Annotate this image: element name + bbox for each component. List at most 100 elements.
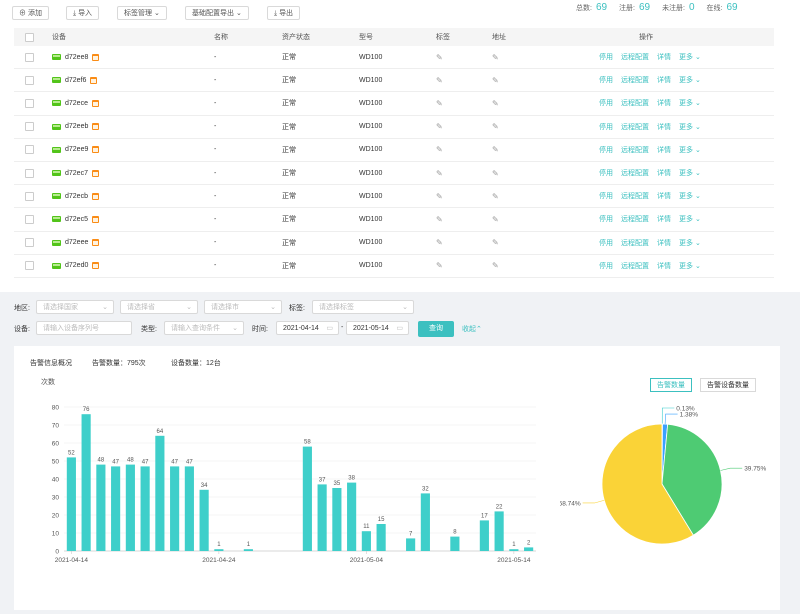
row-checkbox[interactable] <box>25 145 34 155</box>
more-dropdown[interactable]: 更多 ⌄ <box>679 168 701 178</box>
disable-link[interactable]: 停用 <box>599 261 613 271</box>
remote-config-link[interactable]: 远程配置 <box>621 145 649 155</box>
tag-manage-dropdown[interactable]: 标签管理 ⌄ <box>117 6 167 20</box>
remote-config-link[interactable]: 远程配置 <box>621 52 649 62</box>
calendar-icon[interactable] <box>92 146 100 154</box>
detail-link[interactable]: 详情 <box>657 98 671 108</box>
row-checkbox[interactable] <box>25 98 34 108</box>
row-checkbox[interactable] <box>25 261 34 271</box>
edit-tag-icon[interactable]: ✎ <box>436 238 443 247</box>
row-checkbox[interactable] <box>25 214 34 224</box>
collapse-toggle[interactable]: 收起⌃ <box>462 324 482 334</box>
detail-link[interactable]: 详情 <box>657 52 671 62</box>
calendar-icon[interactable] <box>91 169 99 177</box>
more-dropdown[interactable]: 更多 ⌄ <box>679 145 701 155</box>
edit-address-icon[interactable]: ✎ <box>492 145 499 154</box>
edit-tag-icon[interactable]: ✎ <box>436 261 443 270</box>
row-checkbox[interactable] <box>25 122 34 132</box>
calendar-icon[interactable] <box>91 215 99 223</box>
disable-link[interactable]: 停用 <box>599 238 613 248</box>
calendar-icon[interactable] <box>92 53 100 61</box>
end-date-input[interactable]: 2021-05-14 ▭ <box>346 321 409 335</box>
device-id[interactable]: d72ecb <box>65 193 88 200</box>
edit-address-icon[interactable]: ✎ <box>492 76 499 85</box>
calendar-icon[interactable] <box>92 239 100 247</box>
disable-link[interactable]: 停用 <box>599 75 613 85</box>
detail-link[interactable]: 详情 <box>657 214 671 224</box>
row-checkbox[interactable] <box>25 52 34 62</box>
device-id[interactable]: d72eeb <box>65 123 88 130</box>
remote-config-link[interactable]: 远程配置 <box>621 214 649 224</box>
province-select[interactable]: 请选择省 ⌄ <box>120 300 198 314</box>
export-button[interactable]: ⤓ 导出 <box>267 6 301 20</box>
device-id[interactable]: d72ece <box>65 100 88 107</box>
remote-config-link[interactable]: 远程配置 <box>621 261 649 271</box>
more-dropdown[interactable]: 更多 ⌄ <box>679 191 701 201</box>
edit-tag-icon[interactable]: ✎ <box>436 99 443 108</box>
query-button[interactable]: 查询 <box>418 321 454 337</box>
edit-address-icon[interactable]: ✎ <box>492 169 499 178</box>
toggle-alarm-count[interactable]: 告警数量 <box>650 378 692 392</box>
detail-link[interactable]: 详情 <box>657 168 671 178</box>
more-dropdown[interactable]: 更多 ⌄ <box>679 261 701 271</box>
disable-link[interactable]: 停用 <box>599 52 613 62</box>
calendar-icon[interactable] <box>91 99 99 107</box>
disable-link[interactable]: 停用 <box>599 98 613 108</box>
row-checkbox[interactable] <box>25 75 34 85</box>
detail-link[interactable]: 详情 <box>657 122 671 132</box>
device-id[interactable]: d72eee <box>65 239 88 246</box>
disable-link[interactable]: 停用 <box>599 122 613 132</box>
disable-link[interactable]: 停用 <box>599 191 613 201</box>
calendar-icon[interactable] <box>90 76 98 84</box>
detail-link[interactable]: 详情 <box>657 75 671 85</box>
add-button[interactable]: ⊕ 添加 <box>12 6 49 20</box>
more-dropdown[interactable]: 更多 ⌄ <box>679 214 701 224</box>
edit-tag-icon[interactable]: ✎ <box>436 53 443 62</box>
row-checkbox[interactable] <box>25 191 34 201</box>
edit-address-icon[interactable]: ✎ <box>492 99 499 108</box>
device-id[interactable]: d72ec5 <box>65 216 88 223</box>
start-date-input[interactable]: 2021-04-14 ▭ <box>276 321 339 335</box>
detail-link[interactable]: 详情 <box>657 145 671 155</box>
remote-config-link[interactable]: 远程配置 <box>621 122 649 132</box>
edit-address-icon[interactable]: ✎ <box>492 122 499 131</box>
calendar-icon[interactable] <box>92 262 100 270</box>
import-button[interactable]: ⤓ 导入 <box>66 6 100 20</box>
type-select[interactable]: 请输入查询条件 ⌄ <box>164 321 244 335</box>
city-select[interactable]: 请选择市 ⌄ <box>204 300 282 314</box>
remote-config-link[interactable]: 远程配置 <box>621 191 649 201</box>
remote-config-link[interactable]: 远程配置 <box>621 75 649 85</box>
tag-select[interactable]: 请选择标签 ⌄ <box>312 300 414 314</box>
device-id[interactable]: d72ef6 <box>65 77 86 84</box>
edit-tag-icon[interactable]: ✎ <box>436 192 443 201</box>
select-all-checkbox[interactable] <box>25 32 34 42</box>
remote-config-link[interactable]: 远程配置 <box>621 168 649 178</box>
detail-link[interactable]: 详情 <box>657 261 671 271</box>
disable-link[interactable]: 停用 <box>599 168 613 178</box>
edit-address-icon[interactable]: ✎ <box>492 53 499 62</box>
calendar-icon[interactable] <box>92 123 100 131</box>
detail-link[interactable]: 详情 <box>657 191 671 201</box>
edit-address-icon[interactable]: ✎ <box>492 192 499 201</box>
disable-link[interactable]: 停用 <box>599 214 613 224</box>
edit-tag-icon[interactable]: ✎ <box>436 215 443 224</box>
more-dropdown[interactable]: 更多 ⌄ <box>679 238 701 248</box>
edit-tag-icon[interactable]: ✎ <box>436 169 443 178</box>
edit-tag-icon[interactable]: ✎ <box>436 76 443 85</box>
more-dropdown[interactable]: 更多 ⌄ <box>679 98 701 108</box>
country-select[interactable]: 请选择国家 ⌄ <box>36 300 114 314</box>
device-id[interactable]: d72ee8 <box>65 54 88 61</box>
device-id[interactable]: d72ed0 <box>65 262 88 269</box>
edit-tag-icon[interactable]: ✎ <box>436 145 443 154</box>
edit-address-icon[interactable]: ✎ <box>492 215 499 224</box>
device-serial-input[interactable]: 请输入设备序列号 <box>36 321 132 335</box>
calendar-icon[interactable] <box>91 192 99 200</box>
more-dropdown[interactable]: 更多 ⌄ <box>679 75 701 85</box>
device-id[interactable]: d72ee9 <box>65 146 88 153</box>
row-checkbox[interactable] <box>25 238 34 248</box>
config-export-dropdown[interactable]: 基础配置导出 ⌄ <box>185 6 249 20</box>
row-checkbox[interactable] <box>25 168 34 178</box>
disable-link[interactable]: 停用 <box>599 145 613 155</box>
device-id[interactable]: d72ec7 <box>65 170 88 177</box>
remote-config-link[interactable]: 远程配置 <box>621 238 649 248</box>
